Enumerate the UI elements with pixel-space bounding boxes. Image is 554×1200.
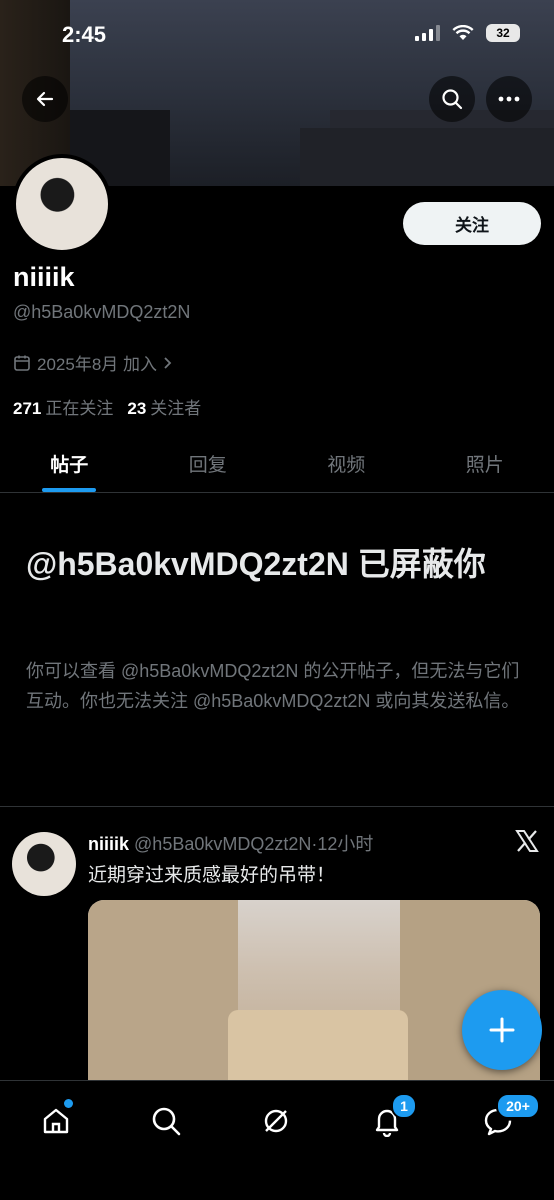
tab-label: 帖子 (50, 455, 88, 476)
more-horizontal-icon (498, 96, 520, 102)
tab-replies[interactable]: 回复 (139, 438, 278, 492)
x-logo-icon (514, 828, 540, 859)
more-options-button[interactable] (486, 76, 532, 122)
following-count: 271 (13, 399, 41, 418)
profile-tabs: 帖子 回复 视频 照片 (0, 438, 554, 493)
home-icon (40, 1105, 72, 1137)
tab-posts[interactable]: 帖子 (0, 438, 139, 492)
search-icon (441, 88, 463, 110)
nav-notifications[interactable]: 1 (367, 1101, 407, 1141)
notifications-badge: 1 (391, 1093, 417, 1119)
joined-date: 2025年8月 加入 (37, 350, 157, 375)
search-button[interactable] (429, 76, 475, 122)
profile-avatar[interactable] (12, 154, 112, 254)
followers-stat[interactable]: 23关注者 (127, 394, 201, 419)
nav-home[interactable] (36, 1101, 76, 1141)
followers-count: 23 (127, 399, 146, 418)
post-author[interactable]: niiiik (88, 834, 129, 854)
tab-label: 回复 (189, 455, 227, 476)
tab-videos[interactable]: 视频 (277, 438, 416, 492)
post-handle: @h5Ba0kvMDQ2zt2N (134, 834, 311, 854)
wifi-icon (452, 25, 474, 41)
search-icon (150, 1105, 182, 1137)
chevron-right-icon (163, 356, 173, 370)
battery-icon: 32 (486, 24, 520, 42)
active-tab-indicator (42, 488, 96, 492)
nav-grok[interactable] (256, 1101, 296, 1141)
post-avatar[interactable] (12, 832, 76, 896)
tab-label: 视频 (327, 455, 365, 476)
profile-name: niiiik (13, 262, 75, 293)
back-button[interactable] (22, 76, 68, 122)
blocked-title: @h5Ba0kvMDQ2zt2N 已屏蔽你 (26, 540, 536, 588)
tab-label: 照片 (466, 455, 504, 476)
messages-badge: 20+ (496, 1093, 540, 1119)
plus-icon (489, 1017, 515, 1043)
status-icons: 32 (415, 24, 520, 42)
post-text: 近期穿过来质感最好的吊带！ (88, 860, 335, 887)
cellular-signal-icon (415, 25, 440, 41)
blocked-description: 你可以查看 @h5Ba0kvMDQ2zt2N 的公开帖子，但无法与它们互动。你也… (26, 656, 526, 716)
status-time: 2:45 (62, 22, 106, 48)
banner-building (300, 128, 554, 186)
joined-date-row[interactable]: 2025年8月 加入 (13, 350, 173, 375)
arrow-left-icon (35, 89, 55, 109)
follow-button[interactable]: 关注 (403, 202, 541, 245)
following-stat[interactable]: 271正在关注 (13, 394, 113, 419)
divider (0, 806, 554, 807)
calendar-icon (13, 354, 31, 372)
nav-search[interactable] (146, 1101, 186, 1141)
post-header: niiiik @h5Ba0kvMDQ2zt2N·12小时 (88, 830, 373, 856)
grok-icon (260, 1105, 292, 1137)
followers-label: 关注者 (150, 399, 201, 418)
nav-messages[interactable]: 20+ (478, 1101, 518, 1141)
tab-photos[interactable]: 照片 (416, 438, 554, 492)
follow-stats: 271正在关注 23关注者 (13, 394, 201, 419)
home-unread-dot (64, 1099, 73, 1108)
profile-handle: @h5Ba0kvMDQ2zt2N (13, 302, 190, 323)
post-time: 12小时 (317, 834, 373, 854)
following-label: 正在关注 (45, 399, 113, 418)
bottom-navigation: 1 20+ (0, 1080, 554, 1200)
compose-button[interactable] (462, 990, 542, 1070)
